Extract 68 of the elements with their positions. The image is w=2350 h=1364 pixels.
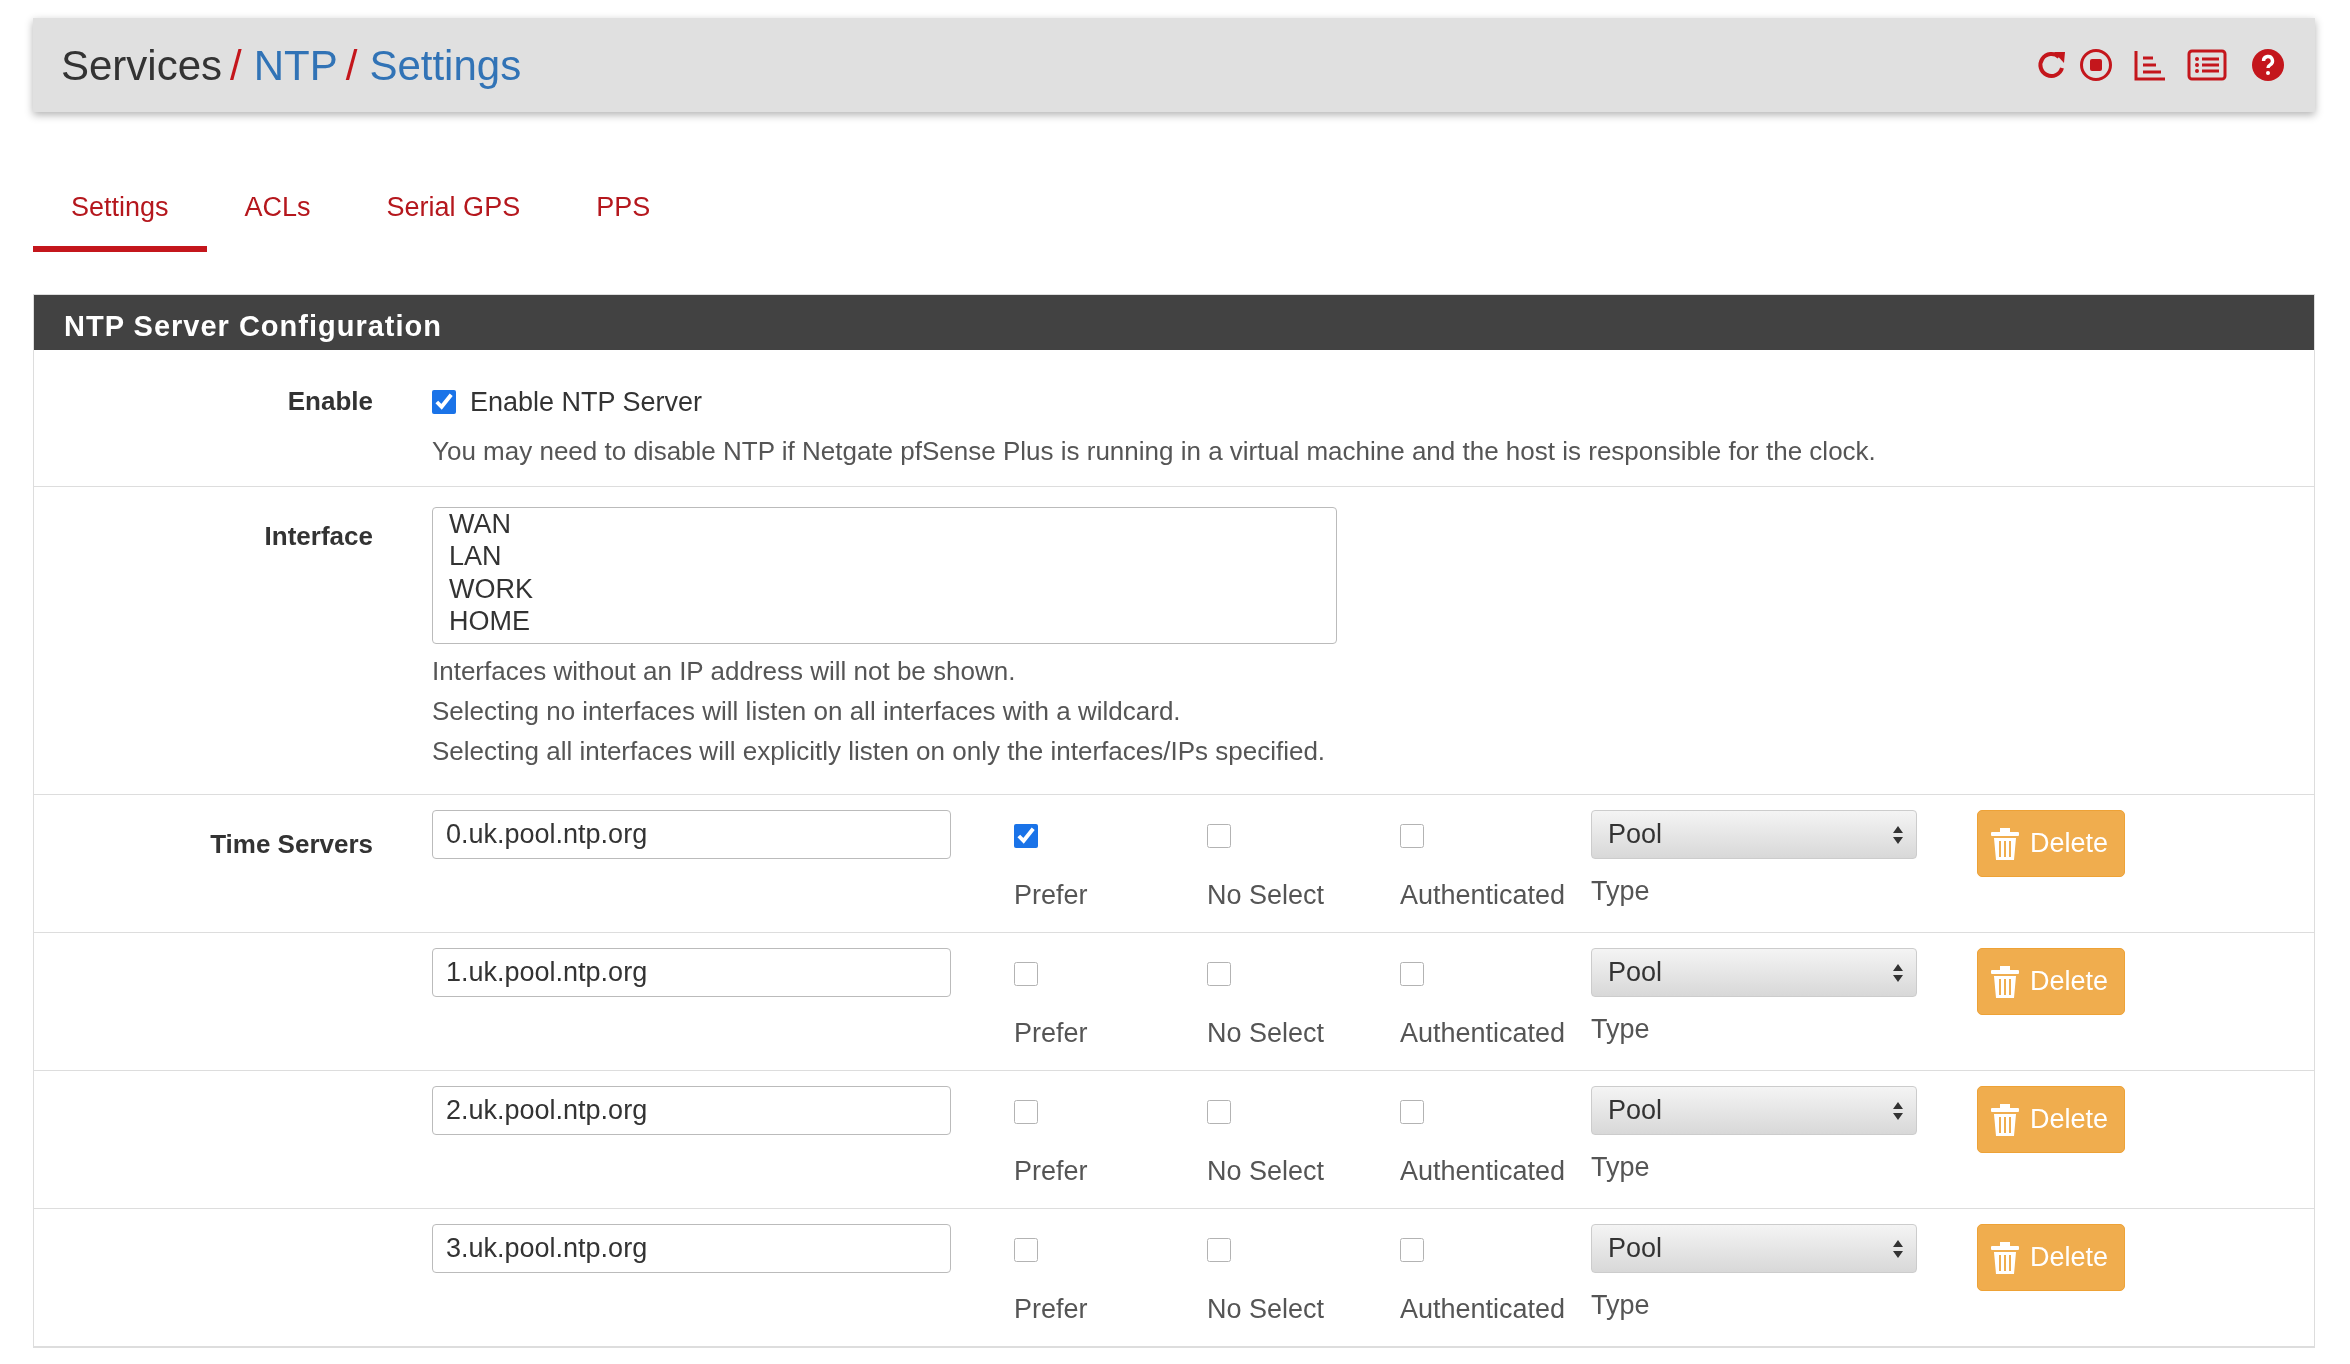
type-select[interactable]: Pool bbox=[1591, 1224, 1917, 1273]
help-text: You may need to disable NTP if Netgate pfSense Plus is running in a virtual machine and the host is responsible for the clock. bbox=[432, 434, 1877, 468]
type-select[interactable]: Pool bbox=[1591, 948, 1917, 997]
checkbox-label: Authenticated bbox=[1400, 879, 1567, 912]
checkbox[interactable] bbox=[1014, 1100, 1038, 1124]
field-caption: Type bbox=[1591, 875, 1651, 908]
help-text: Selecting all interfaces will explicitly listen on only the interfaces/IPs specified. bbox=[432, 735, 1327, 768]
list-icon[interactable] bbox=[2187, 48, 2227, 82]
tab[interactable]: ACLs bbox=[206, 160, 349, 252]
trash-icon bbox=[1990, 1103, 2020, 1136]
checkbox[interactable] bbox=[1400, 1238, 1424, 1262]
list-option[interactable]: WORK bbox=[449, 573, 1320, 607]
checkbox-label: Prefer bbox=[1014, 1017, 1089, 1050]
checkbox-label: No Select bbox=[1207, 879, 1326, 912]
checkbox[interactable] bbox=[1400, 1100, 1424, 1124]
breadcrumb-separator: / bbox=[230, 40, 242, 91]
checkbox[interactable] bbox=[1207, 824, 1231, 848]
list-option[interactable]: HOME bbox=[449, 606, 1320, 639]
host-input[interactable]: 2.uk.pool.ntp.org bbox=[432, 1086, 951, 1135]
checkbox[interactable] bbox=[1014, 1238, 1038, 1262]
host-input[interactable]: 3.uk.pool.ntp.org bbox=[432, 1224, 951, 1273]
checkbox-label: Prefer bbox=[1014, 1293, 1089, 1326]
checkbox[interactable] bbox=[1014, 824, 1038, 848]
breadcrumb-link[interactable]: Settings bbox=[369, 33, 522, 97]
checkbox-label: Enable NTP Server bbox=[470, 386, 703, 419]
breadcrumb-separator: / bbox=[345, 40, 358, 91]
field-label: Interface bbox=[263, 520, 373, 553]
checkbox-label: Authenticated bbox=[1400, 1017, 1567, 1050]
type-select[interactable]: Pool bbox=[1591, 1086, 1917, 1135]
trash-icon bbox=[1990, 965, 2020, 998]
field-label: Time Servers bbox=[209, 828, 373, 861]
field-caption: Type bbox=[1591, 1151, 1651, 1184]
checkbox-label: No Select bbox=[1207, 1293, 1326, 1326]
panel-heading: NTP Server Configuration bbox=[34, 295, 2314, 350]
checkbox[interactable] bbox=[1207, 1100, 1231, 1124]
checkbox-label: Authenticated bbox=[1400, 1155, 1567, 1188]
checkbox-label: Authenticated bbox=[1400, 1293, 1567, 1326]
field-caption: Type bbox=[1591, 1013, 1651, 1046]
tab[interactable]: Settings bbox=[33, 160, 207, 252]
trash-icon bbox=[1990, 1241, 2020, 1274]
help-text: Selecting no interfaces will listen on all interfaces with a wildcard. bbox=[432, 695, 1182, 728]
host-input[interactable]: 0.uk.pool.ntp.org bbox=[432, 810, 951, 859]
checkbox[interactable] bbox=[1400, 962, 1424, 986]
list-option[interactable]: WAN bbox=[449, 509, 1320, 542]
checkbox-label: No Select bbox=[1207, 1155, 1326, 1188]
checkbox[interactable] bbox=[1014, 962, 1038, 986]
breadcrumb-link[interactable]: NTP bbox=[253, 33, 338, 97]
checkbox-label: Prefer bbox=[1014, 1155, 1089, 1188]
type-select[interactable]: Pool bbox=[1591, 810, 1917, 859]
help-text: Interfaces without an IP address will not be shown. bbox=[432, 655, 1017, 688]
checkbox[interactable] bbox=[432, 390, 456, 415]
trash-icon bbox=[1990, 827, 2020, 860]
checkbox-label: No Select bbox=[1207, 1017, 1326, 1050]
interface-listbox[interactable]: WAN LAN WORK HOME bbox=[432, 507, 1337, 644]
chart-icon[interactable] bbox=[2133, 48, 2167, 82]
tab[interactable]: Serial GPS bbox=[348, 160, 559, 252]
checkbox[interactable] bbox=[1207, 1238, 1231, 1262]
breadcrumb-text: Services bbox=[61, 40, 223, 91]
tab[interactable]: PPS bbox=[558, 160, 689, 252]
checkbox[interactable] bbox=[1400, 824, 1424, 848]
help-icon[interactable] bbox=[2251, 48, 2285, 82]
list-option[interactable]: LAN bbox=[449, 541, 1320, 574]
field-caption: Type bbox=[1591, 1289, 1651, 1322]
checkbox-label: Prefer bbox=[1014, 879, 1089, 912]
field-label: Enable bbox=[286, 385, 373, 418]
host-input[interactable]: 1.uk.pool.ntp.org bbox=[432, 948, 951, 997]
stop-icon[interactable] bbox=[2079, 48, 2113, 82]
checkbox[interactable] bbox=[1207, 962, 1231, 986]
